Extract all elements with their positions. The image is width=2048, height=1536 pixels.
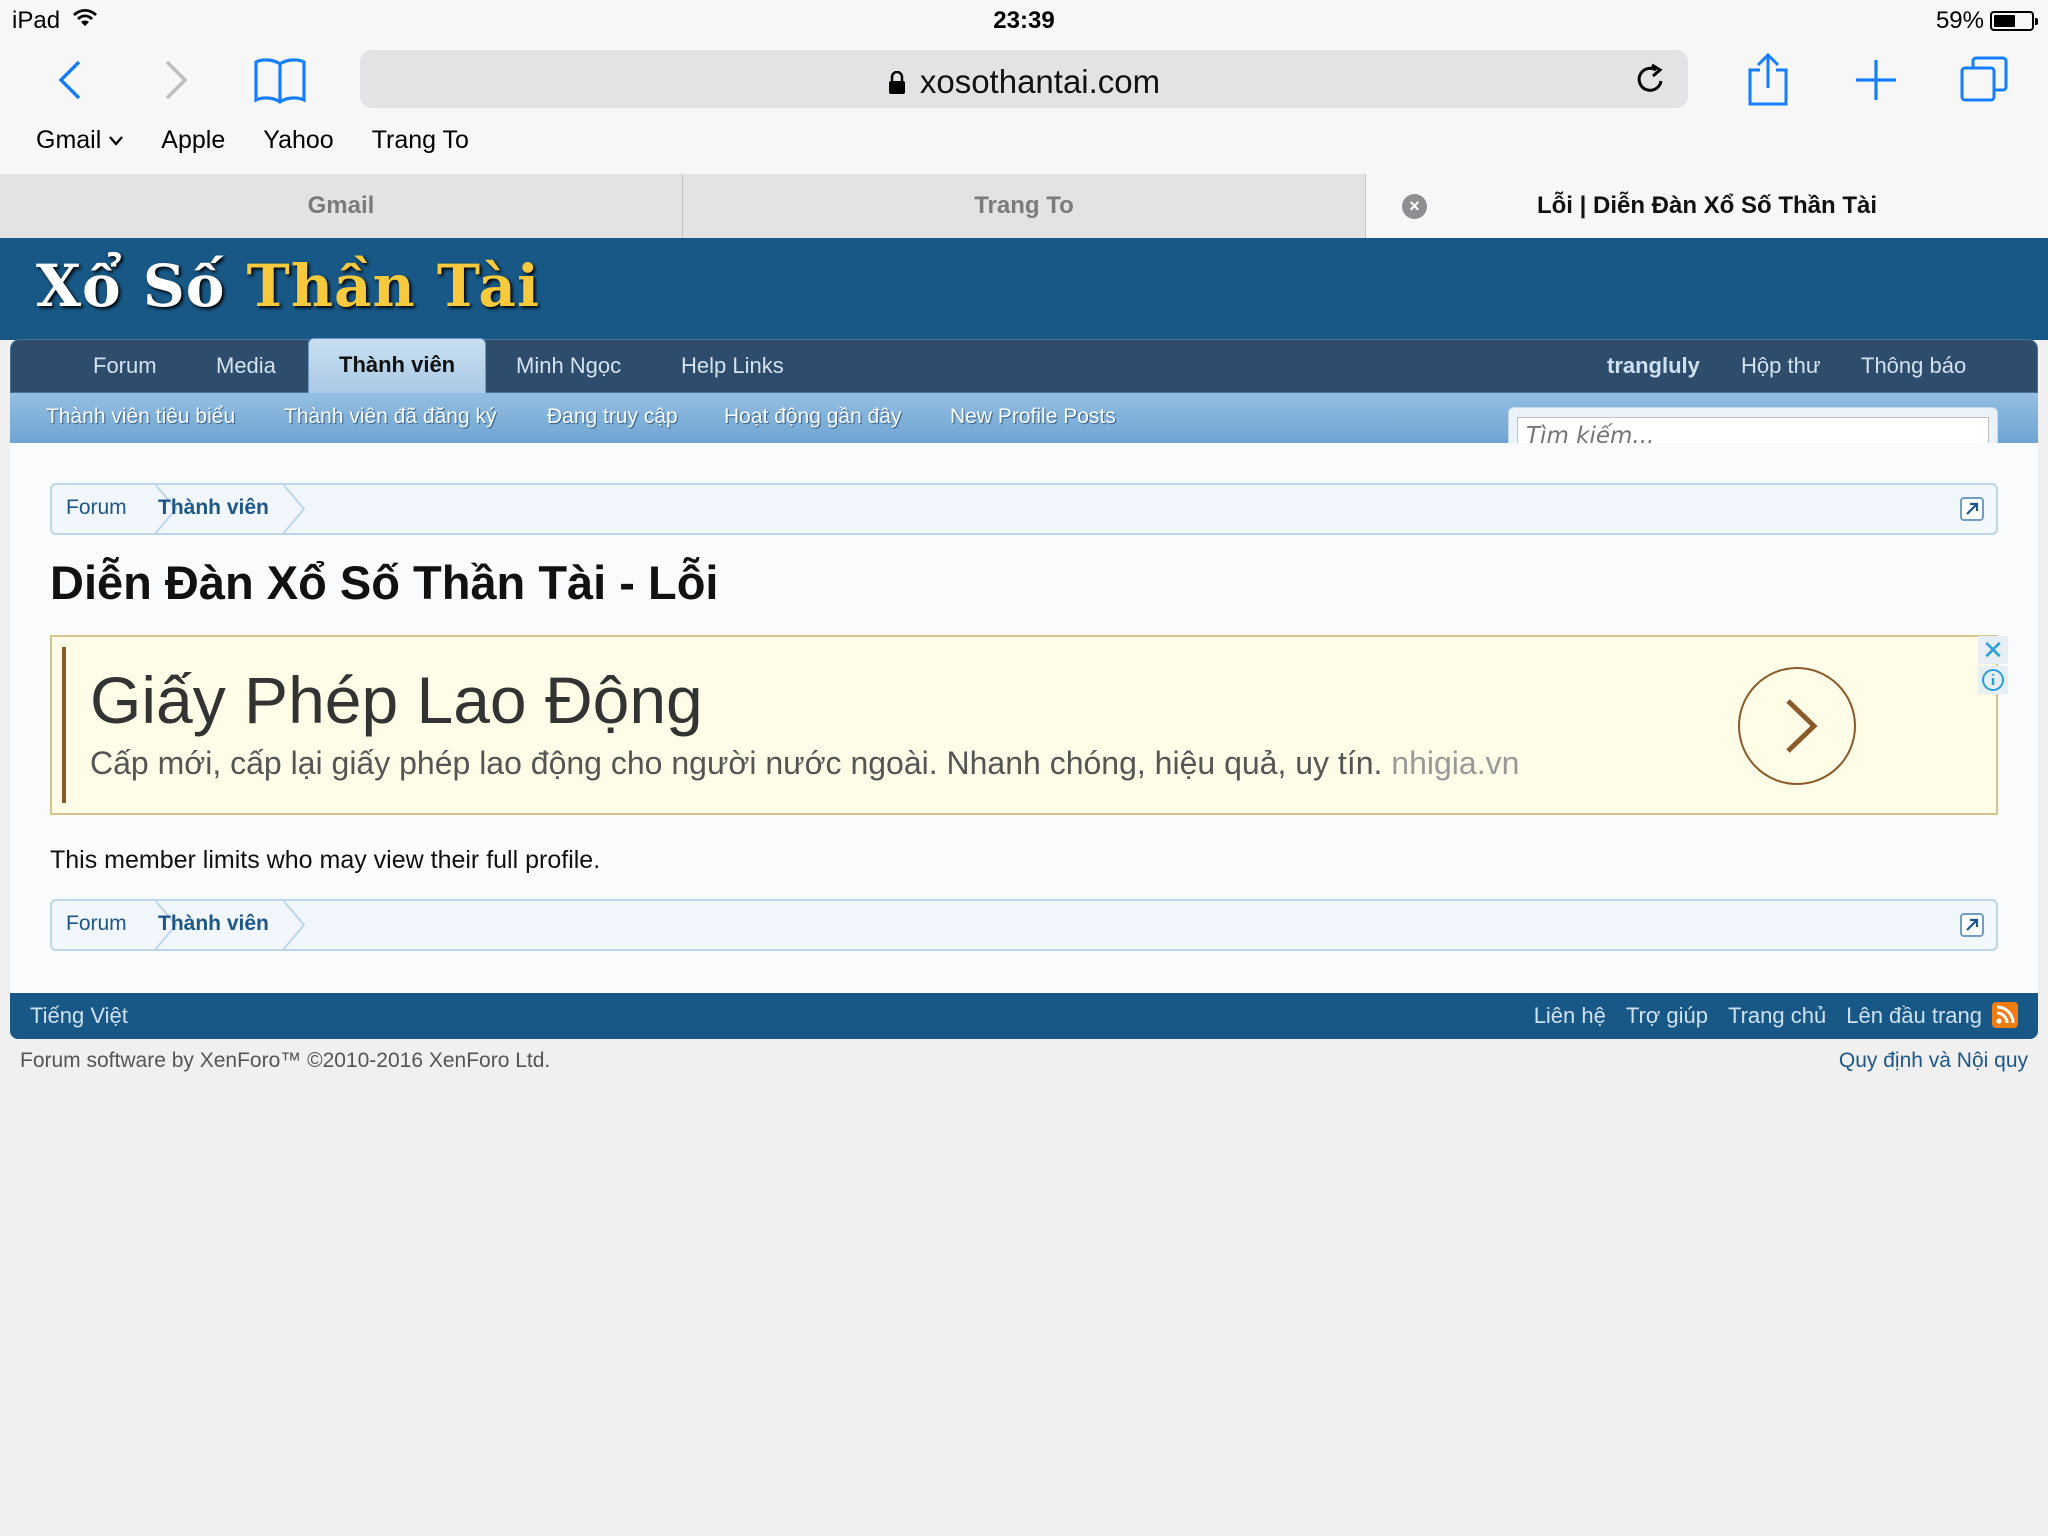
footer-links: Liên hệ Trợ giúp Trang chủ Lên đầu trang xyxy=(1534,1003,1982,1029)
tab-active[interactable]: × Lỗi | Diễn Đàn Xổ Số Thần Tài xyxy=(1366,174,2048,238)
bookmark-gmail[interactable]: Gmail xyxy=(36,126,124,155)
new-tab-button[interactable] xyxy=(1846,50,1906,110)
chevron-right-icon xyxy=(1786,699,1818,753)
main-content: Forum Thành viên Diễn Đàn Xổ Số Thần Tài… xyxy=(10,443,2038,993)
ad-info-icon[interactable] xyxy=(1978,666,2008,694)
bookmark-label: Gmail xyxy=(36,126,102,154)
lock-icon xyxy=(888,65,906,103)
ad-banner[interactable]: Giấy Phép Lao Động Cấp mới, cấp lại giấy… xyxy=(50,635,1998,815)
subnav-new-profile-posts[interactable]: New Profile Posts xyxy=(950,405,1116,429)
breadcrumb-members[interactable]: Thành viên xyxy=(158,496,269,520)
url-text: xosothantai.com xyxy=(919,63,1161,100)
jump-to-icon[interactable] xyxy=(1960,497,1984,521)
status-right: 59% xyxy=(1935,7,2038,35)
breadcrumb-separator-icon xyxy=(281,483,306,535)
ad-description: Cấp mới, cấp lại giấy phép lao động cho … xyxy=(90,745,1519,782)
close-tab-icon[interactable]: × xyxy=(1402,194,1427,219)
forum-footer: Tiếng Việt Liên hệ Trợ giúp Trang chủ Lê… xyxy=(10,993,2038,1039)
browser-toolbar: xosothantai.com Gmail Apple Yahoo Trang … xyxy=(0,42,2048,174)
battery-percent: 59% xyxy=(1935,7,1984,34)
footer-help[interactable]: Trợ giúp xyxy=(1626,1003,1708,1029)
language-chooser[interactable]: Tiếng Việt xyxy=(30,1003,128,1029)
jump-to-icon[interactable] xyxy=(1960,913,1984,937)
bookmarks-bar: Gmail Apple Yahoo Trang To xyxy=(36,126,469,155)
ad-accent-bar xyxy=(62,647,66,803)
url-display: xosothantai.com xyxy=(360,63,1688,103)
share-button[interactable] xyxy=(1738,50,1798,110)
reload-icon xyxy=(1637,63,1663,92)
footer-home[interactable]: Trang chủ xyxy=(1728,1003,1826,1029)
nav-forum[interactable]: Forum xyxy=(93,340,157,394)
battery-icon xyxy=(1990,11,2038,31)
tab-trang-to[interactable]: Trang To xyxy=(683,174,1366,238)
rules-link[interactable]: Quy định và Nội quy xyxy=(1839,1049,2028,1073)
breadcrumb-members[interactable]: Thành viên xyxy=(158,912,269,936)
logo-text-white: Xổ Số xyxy=(36,252,226,320)
site-logo[interactable]: Xổ Số Thần Tài xyxy=(36,252,540,320)
rss-icon[interactable] xyxy=(1992,1002,2018,1028)
nav-alerts[interactable]: Thông báo xyxy=(1861,340,1966,394)
nav-media[interactable]: Media xyxy=(216,340,276,394)
subnav-notable-members[interactable]: Thành viên tiêu biểu xyxy=(46,405,235,429)
ad-description-text: Cấp mới, cấp lại giấy phép lao động cho … xyxy=(90,745,1383,781)
page-title: Diễn Đàn Xổ Số Thần Tài - Lỗi xyxy=(50,556,719,609)
tab-active-label: Lỗi | Diễn Đàn Xổ Số Thần Tài xyxy=(1536,192,1878,219)
ad-domain[interactable]: nhigia.vn xyxy=(1391,745,1519,781)
ad-headline[interactable]: Giấy Phép Lao Động xyxy=(90,662,703,738)
nav-inbox[interactable]: Hộp thư xyxy=(1741,340,1821,394)
ad-arrow-button[interactable] xyxy=(1738,667,1856,785)
profile-restricted-message: This member limits who may view their fu… xyxy=(50,846,601,874)
share-icon xyxy=(1748,52,1788,106)
chevron-left-icon xyxy=(58,60,81,100)
status-bar: iPad 23:39 59% xyxy=(0,0,2048,42)
bookmarks-button[interactable] xyxy=(250,50,310,110)
nav-members[interactable]: Thành viên xyxy=(308,338,487,394)
copyright: Forum software by XenForo™ ©2010-2016 Xe… xyxy=(20,1049,551,1072)
tab-bar: Gmail Trang To × Lỗi | Diễn Đàn Xổ Số Th… xyxy=(0,174,2048,238)
bookmark-trang-to[interactable]: Trang To xyxy=(372,126,469,155)
chevron-right-icon xyxy=(165,60,188,100)
nav-username[interactable]: trangluly xyxy=(1607,340,1700,394)
plus-icon xyxy=(1856,60,1896,100)
breadcrumb-forum[interactable]: Forum xyxy=(66,912,127,936)
breadcrumb-forum[interactable]: Forum xyxy=(66,496,127,520)
reload-button[interactable] xyxy=(1636,63,1666,100)
footer-top[interactable]: Lên đầu trang xyxy=(1846,1003,1982,1029)
chevron-down-icon xyxy=(109,135,124,146)
tabs-button[interactable] xyxy=(1954,50,2014,110)
nav-minh-ngoc[interactable]: Minh Ngọc xyxy=(516,340,621,394)
logo-text-gold: Thần Tài xyxy=(246,252,540,320)
main-nav: Forum Media Thành viên Minh Ngọc Help Li… xyxy=(10,338,2038,394)
tabs-icon xyxy=(1960,56,2008,102)
subnav-online-now[interactable]: Đang truy cập xyxy=(547,405,678,429)
bookmark-yahoo[interactable]: Yahoo xyxy=(263,126,333,155)
address-bar[interactable]: xosothantai.com xyxy=(360,50,1688,108)
subnav-registered-members[interactable]: Thành viên đã đăng ký xyxy=(284,405,496,429)
nav-help-links[interactable]: Help Links xyxy=(681,340,784,394)
breadcrumb-separator-icon xyxy=(281,899,306,951)
bookmark-apple[interactable]: Apple xyxy=(161,126,225,155)
ad-close-icon[interactable]: ✕ xyxy=(1978,636,2008,664)
back-button[interactable] xyxy=(40,50,100,110)
tab-gmail[interactable]: Gmail xyxy=(0,174,683,238)
breadcrumb-bottom: Forum Thành viên xyxy=(50,899,1998,951)
book-icon xyxy=(254,58,306,104)
breadcrumb: Forum Thành viên xyxy=(50,483,1998,535)
status-time: 23:39 xyxy=(993,7,1055,34)
footer-contact[interactable]: Liên hệ xyxy=(1534,1003,1606,1029)
forward-button[interactable] xyxy=(146,50,206,110)
subnav-recent-activity[interactable]: Hoạt động gần đây xyxy=(724,405,901,429)
forum-header: Xổ Số Thần Tài xyxy=(0,238,2048,340)
